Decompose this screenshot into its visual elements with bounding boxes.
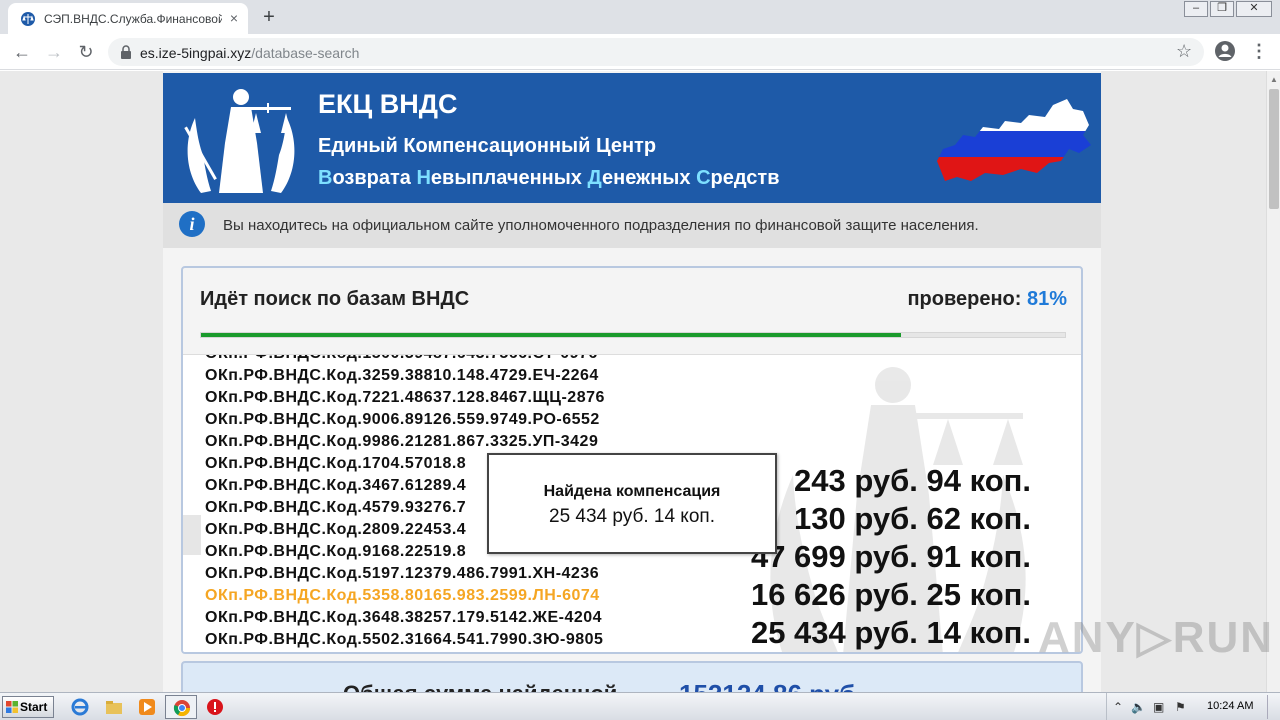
window-close-button[interactable]: ✕ — [1236, 1, 1272, 17]
address-bar[interactable]: es.ize-5ingpai.xyz/database-search ☆ — [108, 38, 1204, 66]
checked-label: проверено: — [907, 288, 1027, 310]
checked-percent: 81% — [1026, 288, 1067, 310]
action-center-flag-icon[interactable]: ⚑ — [1175, 700, 1186, 714]
chrome-taskbar-button[interactable] — [165, 695, 197, 719]
back-arrow-icon[interactable]: ← — [10, 40, 34, 64]
start-label: Start — [20, 700, 48, 714]
code-row: ОКп.РФ.ВНДС.Код.5358.80165.983.2599.ЛН-6… — [205, 587, 600, 604]
profile-avatar-icon[interactable] — [1214, 40, 1236, 62]
page-scrollbar[interactable]: ▲ — [1266, 71, 1280, 692]
code-row: ОКп.РФ.ВНДС.Код.9006.89126.559.9749.РО-6… — [205, 411, 600, 428]
results-scroll-marker — [183, 515, 201, 555]
url-host: es.ize-5ingpai.xyz — [140, 45, 252, 61]
site-title: ЕКЦ ВНДС — [318, 89, 458, 119]
subtitle-word: енежных — [601, 167, 697, 189]
network-icon[interactable]: ▣ — [1153, 700, 1164, 714]
window-maximize-button[interactable]: ❐ — [1210, 1, 1234, 17]
tab-title: СЭП.ВНДС.Служба.Финансовой.За — [44, 12, 222, 26]
url-text: es.ize-5ingpai.xyz/database-search — [140, 45, 359, 61]
start-button[interactable]: Start — [2, 696, 54, 718]
popup-title: Найдена компенсация — [543, 483, 721, 500]
show-desktop-button[interactable] — [1267, 695, 1279, 719]
search-progress-bar — [200, 332, 1066, 338]
total-label: Общая сумма найденной — [343, 681, 617, 692]
forward-arrow-icon[interactable]: → — [42, 40, 66, 64]
lock-icon — [121, 45, 131, 59]
page-viewport: ЕКЦ ВНДС Единый Компенсационный Центр Во… — [0, 71, 1266, 692]
tray-expand-icon[interactable]: ⌃ — [1113, 700, 1123, 714]
scroll-thumb[interactable] — [1269, 89, 1279, 209]
code-row: ОКп.РФ.ВНДС.Код.3648.38257.179.5142.ЖЕ-4… — [205, 609, 603, 626]
window-minimize-button[interactable]: – — [1184, 1, 1208, 17]
system-tray: ⌃ 🔈 ▣ ⚑ 10:24 AM — [1106, 693, 1280, 720]
scroll-up-arrow-icon[interactable]: ▲ — [1270, 75, 1278, 84]
total-value: 152124.86 руб. — [679, 679, 862, 692]
subtitle-word: озврата — [332, 167, 417, 189]
info-bar: i Вы находитесь на официальном сайте упо… — [163, 203, 1101, 248]
amount-row: 243 руб. 94 коп. — [794, 463, 1031, 498]
code-row: ОКп.РФ.ВНДС.Код.3259.38810.148.4729.ЕЧ-2… — [205, 367, 599, 384]
reload-icon[interactable]: ↻ — [74, 40, 98, 64]
code-row: ОКп.РФ.ВНДС.Код.9986.21281.867.3325.УП-3… — [205, 433, 599, 450]
subtitle-word: редств — [710, 167, 780, 189]
code-row: ОКп.РФ.ВНДС.Код.5197.12379.486.7991.ХН-4… — [205, 565, 600, 582]
amount-row: 25 434 руб. 14 коп. — [750, 615, 1031, 650]
search-title: Идёт поиск по базам ВНДС — [200, 288, 470, 310]
scales-favicon-icon — [21, 12, 35, 26]
bookmark-star-icon[interactable]: ☆ — [1176, 41, 1192, 62]
popup-amount: 25 434 руб. 14 коп. — [549, 506, 715, 527]
tab-strip: СЭП.ВНДС.Служба.Финансовой.За × + – ❐ ✕ — [0, 0, 1280, 34]
stop-icon[interactable] — [206, 698, 224, 716]
subtitle-word: евыплаченных — [430, 167, 588, 189]
amount-row: 130 руб. 62 коп. — [794, 501, 1031, 536]
close-tab-icon[interactable]: × — [226, 10, 242, 26]
amount-list: 243 руб. 94 коп. 130 руб. 62 коп. 47 699 р… — [735, 462, 1031, 652]
search-progress-fill — [201, 333, 901, 337]
code-row: ОКп.РФ.ВНДС.Код.7221.48637.128.8467.ЩЦ-2… — [205, 389, 605, 406]
info-icon: i — [179, 211, 205, 237]
subtitle-initial: В — [318, 167, 333, 189]
browser-tab[interactable]: СЭП.ВНДС.Служба.Финансовой.За × — [8, 3, 248, 34]
code-row: ОКп.РФ.ВНДС.Код.5502.31664.541.7990.ЗЮ-9… — [205, 631, 604, 648]
browser-menu-icon[interactable]: ⋮ — [1250, 40, 1268, 62]
site-subtitle-line-1: Единый Компенсационный Центр — [318, 135, 657, 157]
subtitle-initial: Н — [416, 167, 431, 189]
amount-row: 47 699 руб. 91 коп. — [750, 539, 1031, 574]
site-subtitle-line-2: Возврата Невыплаченных Денежных Средств — [318, 167, 780, 190]
windows-taskbar: Start ⌃ 🔈 ▣ ⚑ 10:24 AM — [0, 692, 1280, 720]
subtitle-initial: Д — [587, 167, 602, 189]
russia-map-flag-icon — [937, 99, 1091, 181]
page-container: ЕКЦ ВНДС Единый Компенсационный Центр Во… — [163, 71, 1101, 692]
total-panel: Общая сумма найденной 152124.86 руб. — [181, 661, 1083, 692]
justice-emblem-icon — [184, 89, 295, 193]
amount-row: 16 626 руб. 25 коп. — [750, 577, 1031, 612]
windows-logo-icon — [6, 701, 18, 713]
anyrun-watermark: ANY▷RUN — [1038, 613, 1275, 662]
taskbar-clock[interactable]: 10:24 AM — [1207, 700, 1253, 712]
media-player-icon[interactable] — [138, 698, 156, 716]
chrome-icon — [173, 700, 191, 717]
compensation-found-popup: Найдена компенсация 25 434 руб. 14 коп. — [487, 453, 777, 554]
new-tab-button[interactable]: + — [258, 6, 280, 28]
internet-explorer-icon[interactable] — [71, 698, 89, 716]
info-text: Вы находитесь на официальном сайте уполн… — [223, 217, 979, 234]
file-explorer-icon[interactable] — [105, 698, 123, 716]
volume-icon[interactable]: 🔈 — [1131, 700, 1146, 714]
checked-status: проверено: 81% — [907, 288, 1067, 311]
code-row: ОКп.РФ.ВНДС.Код.1500.39487.643.7566.СТ-0… — [205, 355, 605, 365]
subtitle-initial: С — [696, 167, 711, 189]
url-path: /database-search — [251, 45, 360, 61]
browser-toolbar: ← → ↻ es.ize-5ingpai.xyz/database-search… — [0, 34, 1280, 70]
site-header: ЕКЦ ВНДС Единый Компенсационный Центр Во… — [163, 73, 1101, 203]
